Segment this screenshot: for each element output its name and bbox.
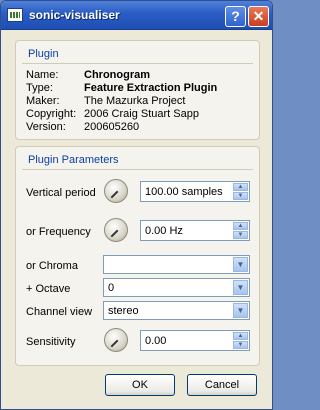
info-key: Version: bbox=[26, 121, 66, 133]
vertical-period-dial[interactable] bbox=[104, 179, 128, 203]
info-row-maker: Maker: The Mazurka Project bbox=[26, 95, 251, 108]
info-value: 2006 Craig Stuart Sapp bbox=[84, 108, 199, 120]
channel-view-combo[interactable]: stereo ▼ bbox=[103, 301, 250, 320]
info-row-version: Version: 200605260 bbox=[26, 121, 251, 134]
vertical-period-value[interactable]: 100.00 samples bbox=[145, 186, 223, 198]
info-value: Chronogram bbox=[84, 69, 150, 81]
app-icon bbox=[7, 8, 23, 22]
parameters-group-title: Plugin Parameters bbox=[28, 154, 119, 166]
window-title: sonic-visualiser bbox=[29, 8, 120, 22]
frequency-dial[interactable] bbox=[104, 218, 128, 242]
chevron-down-icon[interactable]: ▼ bbox=[233, 303, 248, 318]
frequency-label: or Frequency bbox=[26, 226, 91, 238]
info-value: Feature Extraction Plugin bbox=[84, 82, 218, 94]
spin-buttons: ▲ ▼ bbox=[233, 183, 248, 200]
sensitivity-label: Sensitivity bbox=[26, 336, 76, 348]
frequency-value[interactable]: 0.00 Hz bbox=[145, 225, 183, 237]
info-row-type: Type: Feature Extraction Plugin bbox=[26, 82, 251, 95]
info-key: Name: bbox=[26, 69, 59, 81]
sensitivity-dial[interactable] bbox=[104, 328, 128, 352]
title-bar[interactable]: sonic-visualiser ? ✕ bbox=[1, 1, 272, 30]
vertical-period-spinbox[interactable]: 100.00 samples ▲ ▼ bbox=[140, 181, 250, 202]
info-key: Maker: bbox=[26, 95, 60, 107]
help-button[interactable]: ? bbox=[225, 6, 246, 27]
octave-label: + Octave bbox=[26, 283, 71, 295]
spin-up-icon[interactable]: ▲ bbox=[233, 332, 248, 340]
chevron-down-icon[interactable]: ▼ bbox=[233, 257, 248, 272]
ok-button[interactable]: OK bbox=[105, 374, 175, 396]
spin-up-icon[interactable]: ▲ bbox=[233, 183, 248, 191]
cancel-button[interactable]: Cancel bbox=[187, 374, 257, 396]
spin-buttons: ▲ ▼ bbox=[233, 222, 248, 239]
info-value: 200605260 bbox=[84, 121, 140, 133]
octave-value: 0 bbox=[108, 282, 115, 294]
close-button[interactable]: ✕ bbox=[248, 6, 269, 27]
channel-view-value: stereo bbox=[108, 305, 139, 317]
info-key: Copyright: bbox=[26, 108, 77, 120]
group-divider bbox=[22, 169, 253, 170]
spin-buttons: ▲ ▼ bbox=[233, 332, 248, 349]
sensitivity-value[interactable]: 0.00 bbox=[145, 335, 166, 347]
chevron-down-icon[interactable]: ▼ bbox=[233, 280, 248, 295]
info-value: The Mazurka Project bbox=[84, 95, 186, 107]
plugin-info-group: Plugin Name: Chronogram Type: Feature Ex… bbox=[15, 40, 260, 140]
dialog-window: sonic-visualiser ? ✕ Plugin Name: Chrono… bbox=[0, 0, 273, 410]
info-row-name: Name: Chronogram bbox=[26, 69, 251, 82]
group-divider bbox=[22, 63, 253, 64]
chroma-combo[interactable]: ▼ bbox=[103, 255, 250, 274]
channel-view-label: Channel view bbox=[26, 306, 93, 318]
frequency-spinbox[interactable]: 0.00 Hz ▲ ▼ bbox=[140, 220, 250, 241]
octave-combo[interactable]: 0 ▼ bbox=[103, 278, 250, 297]
sensitivity-spinbox[interactable]: 0.00 ▲ ▼ bbox=[140, 330, 250, 351]
spin-down-icon[interactable]: ▼ bbox=[233, 341, 248, 349]
plugin-parameters-group: Plugin Parameters Vertical period 100.00… bbox=[15, 146, 260, 366]
spin-up-icon[interactable]: ▲ bbox=[233, 222, 248, 230]
vertical-period-label: Vertical period bbox=[26, 187, 96, 199]
spin-down-icon[interactable]: ▼ bbox=[233, 231, 248, 239]
plugin-group-title: Plugin bbox=[28, 48, 59, 60]
info-row-copyright: Copyright: 2006 Craig Stuart Sapp bbox=[26, 108, 251, 121]
spin-down-icon[interactable]: ▼ bbox=[233, 192, 248, 200]
chroma-label: or Chroma bbox=[26, 260, 78, 272]
info-key: Type: bbox=[26, 82, 53, 94]
